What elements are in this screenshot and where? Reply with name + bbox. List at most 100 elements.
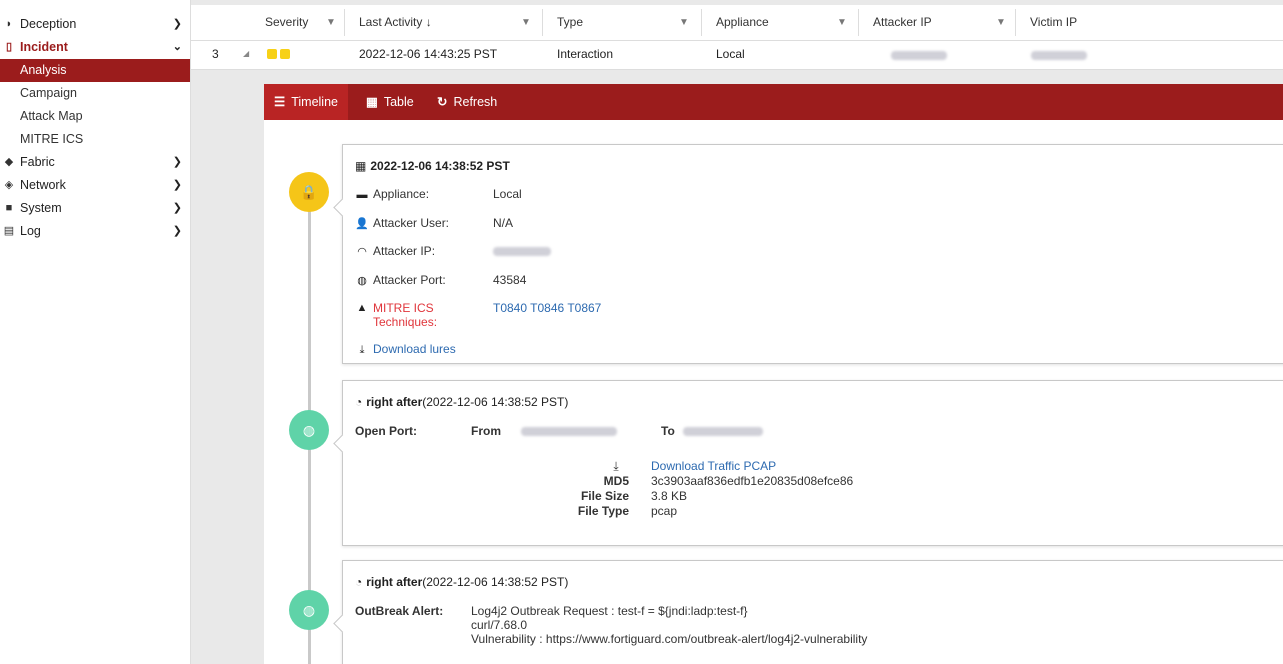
technique-list: T0840 T0846 T0867 bbox=[493, 301, 601, 315]
fabric-icon: ◆ bbox=[4, 156, 14, 168]
col-type[interactable]: Type bbox=[557, 5, 583, 40]
attacker-user-value: N/A bbox=[493, 216, 514, 230]
tab-timeline[interactable]: ☰ Timeline bbox=[264, 84, 348, 120]
attacker-ip-redacted bbox=[493, 247, 551, 256]
expand-toggle-icon[interactable]: ◢ bbox=[243, 41, 249, 69]
outbreak-alert-label: OutBreak Alert: bbox=[355, 604, 444, 618]
globe-icon: ◍ bbox=[289, 590, 329, 630]
timeline-event-card: ◔ right after(2022-12-06 14:38:52 PST) Op… bbox=[342, 380, 1283, 546]
col-victim-ip[interactable]: Victim IP bbox=[1030, 5, 1077, 40]
md5-label: MD5 bbox=[603, 474, 629, 488]
attacker-ip-label: ◠ Attacker IP: bbox=[355, 244, 435, 258]
sidebar-item-deception[interactable]: ◗ Deception ❯ bbox=[0, 13, 190, 36]
to-label: To bbox=[661, 424, 675, 438]
col-appliance[interactable]: Appliance bbox=[716, 5, 769, 40]
list-icon: ☰ bbox=[274, 95, 286, 109]
victim-ip-redacted bbox=[1031, 51, 1087, 60]
network-icon: ◈ bbox=[4, 179, 14, 191]
event-date: ▦ 2022-12-06 14:38:52 PST bbox=[355, 159, 510, 173]
from-label: From bbox=[471, 424, 501, 438]
chevron-right-icon: ❯ bbox=[172, 202, 182, 214]
from-address-redacted bbox=[521, 427, 617, 436]
event-date-text: 2022-12-06 14:38:52 PST bbox=[370, 159, 510, 173]
outbreak-line-2: curl/7.68.0 bbox=[471, 618, 528, 632]
download-lures-link[interactable]: ⤓ Download lures bbox=[355, 342, 456, 357]
wifi-icon: ◠ bbox=[357, 246, 367, 258]
technique-link[interactable]: T0846 bbox=[530, 301, 564, 315]
lock-icon: ▲ bbox=[356, 302, 368, 314]
file-size-value: 3.8 KB bbox=[651, 489, 688, 503]
row-index: 3 bbox=[212, 47, 219, 61]
lock-icon: 🔒 bbox=[289, 172, 329, 212]
calendar-icon: ▦ bbox=[355, 159, 367, 173]
event-date-text: (2022-12-06 14:38:52 PST) bbox=[422, 575, 569, 589]
column-divider bbox=[858, 9, 859, 36]
appliance-cell: Local bbox=[716, 47, 745, 61]
table-icon: ▦ bbox=[366, 95, 378, 109]
sidebar-subitem-campaign[interactable]: Campaign bbox=[0, 82, 190, 105]
event-date-text: (2022-12-06 14:38:52 PST) bbox=[422, 395, 569, 409]
severity-indicator bbox=[267, 49, 277, 59]
label-text: MITRE ICS Techniques: bbox=[373, 301, 438, 329]
incident-icon: ▯ bbox=[5, 41, 13, 53]
appliance-icon: ▬ bbox=[356, 189, 368, 201]
sidebar-item-label: Deception bbox=[20, 17, 77, 31]
globe-icon: ◍ bbox=[289, 410, 329, 450]
grid-header: Severity ▼ Last Activity ↓ ▼ Type ▼ Appl… bbox=[191, 5, 1283, 41]
technique-link[interactable]: T0840 bbox=[493, 301, 527, 315]
sidebar-item-log[interactable]: ▤ Log ❯ bbox=[0, 220, 190, 243]
appliance-value: Local bbox=[493, 187, 522, 201]
sidebar: ◗ Deception ❯ ▯ Incident ⌄ Analysis Camp… bbox=[0, 0, 191, 664]
type-cell: Interaction bbox=[557, 47, 614, 61]
sidebar-item-incident[interactable]: ▯ Incident ⌄ bbox=[0, 36, 190, 59]
sidebar-item-label: Network bbox=[20, 178, 66, 192]
col-severity[interactable]: Severity bbox=[265, 5, 308, 40]
event-prefix: right after bbox=[366, 575, 423, 589]
link-text: Download lures bbox=[373, 342, 456, 356]
col-label: Type bbox=[557, 15, 584, 29]
mitre-ics-label: ▲ MITRE ICS Techniques: bbox=[355, 301, 465, 329]
open-port-label: Open Port: bbox=[355, 424, 417, 438]
chevron-down-icon: ⌄ bbox=[172, 41, 182, 53]
col-last-activity[interactable]: Last Activity ↓ bbox=[359, 5, 432, 40]
sidebar-item-label: System bbox=[20, 201, 62, 215]
refresh-icon: ↻ bbox=[437, 95, 448, 109]
technique-link[interactable]: T0867 bbox=[567, 301, 601, 315]
globe-icon: ◍ bbox=[357, 275, 367, 287]
attacker-ip-redacted bbox=[891, 51, 947, 60]
label-text: Attacker Port: bbox=[373, 273, 446, 287]
label-text: Appliance: bbox=[373, 187, 430, 201]
chevron-right-icon: ❯ bbox=[172, 179, 182, 191]
to-address-redacted bbox=[683, 427, 763, 436]
sidebar-subitem-attack-map[interactable]: Attack Map bbox=[0, 105, 190, 128]
col-label: Severity bbox=[265, 15, 309, 29]
sidebar-subitem-mitre-ics[interactable]: MITRE ICS bbox=[0, 128, 190, 151]
column-divider bbox=[701, 9, 702, 36]
event-date: ◔ right after(2022-12-06 14:38:52 PST) bbox=[355, 395, 568, 409]
log-icon: ▤ bbox=[3, 225, 15, 237]
col-label: Last Activity ↓ bbox=[359, 15, 432, 29]
deception-icon: ◗ bbox=[5, 18, 13, 30]
timeline-event-card: ◔ right after(2022-12-06 14:38:52 PST) Ou… bbox=[342, 560, 1283, 664]
sidebar-item-fabric[interactable]: ◆ Fabric ❯ bbox=[0, 151, 190, 174]
sidebar-item-label: Log bbox=[20, 224, 41, 238]
refresh-button[interactable]: ↻ Refresh bbox=[427, 84, 507, 120]
attacker-port-label: ◍ Attacker Port: bbox=[355, 273, 446, 287]
outbreak-line-1: Log4j2 Outbreak Request : test-f = ${jnd… bbox=[471, 604, 748, 618]
severity-indicator bbox=[280, 49, 290, 59]
sidebar-item-system[interactable]: ■ System ❯ bbox=[0, 197, 190, 220]
md5-value: 3c3903aaf836edfb1e20835d08efce86 bbox=[651, 474, 854, 488]
user-icon: 👤 bbox=[355, 218, 369, 230]
sidebar-item-network[interactable]: ◈ Network ❯ bbox=[0, 174, 190, 197]
download-pcap-link[interactable]: Download Traffic PCAP bbox=[651, 459, 776, 473]
timeline-event-card: ▦ 2022-12-06 14:38:52 PST ▬ Appliance: Loc… bbox=[342, 144, 1283, 364]
sidebar-subitem-analysis[interactable]: Analysis bbox=[0, 59, 190, 82]
event-date: ◔ right after(2022-12-06 14:38:52 PST) bbox=[355, 575, 568, 589]
tab-table[interactable]: ▦ Table bbox=[356, 84, 424, 120]
col-attacker-ip[interactable]: Attacker IP bbox=[873, 5, 932, 40]
column-divider bbox=[1015, 9, 1016, 36]
tab-label: Refresh bbox=[453, 95, 498, 109]
outbreak-line-3: Vulnerability : https://www.fortiguard.c… bbox=[471, 632, 868, 646]
file-type-value: pcap bbox=[651, 504, 678, 518]
table-row[interactable]: 3 ◢ 2022-12-06 14:43:25 PST Interaction … bbox=[191, 41, 1283, 70]
